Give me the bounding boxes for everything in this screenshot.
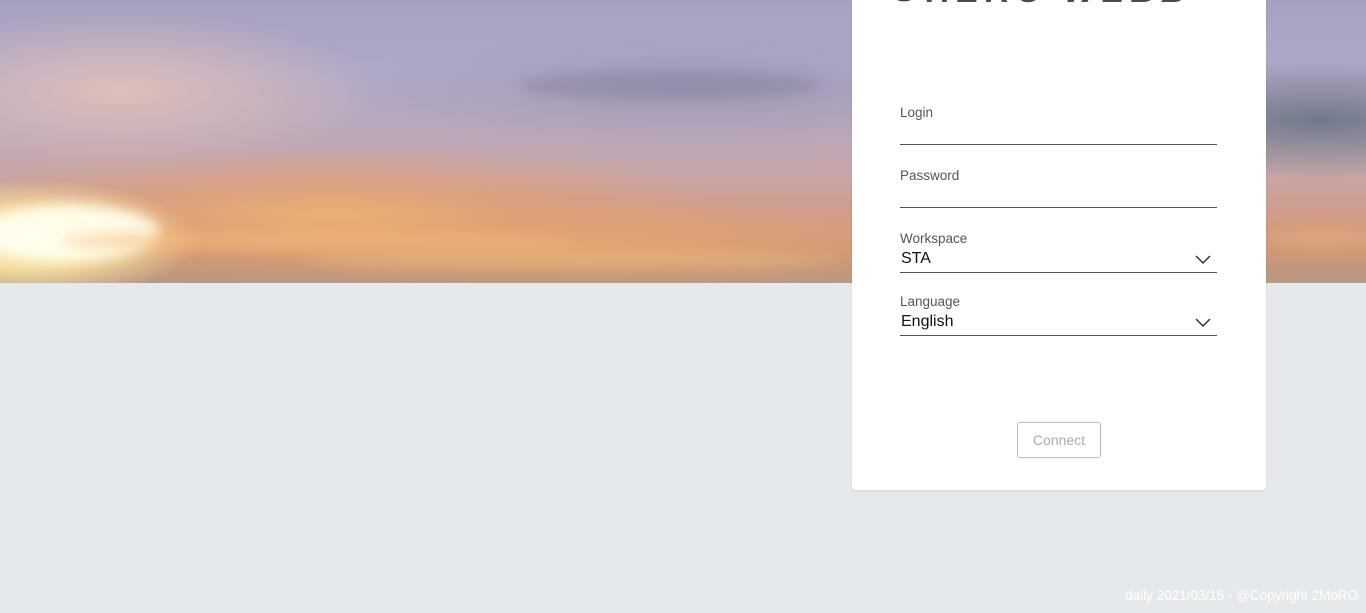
connect-button[interactable]: Connect xyxy=(1017,422,1101,458)
workspace-field: Workspace STA xyxy=(900,231,1217,273)
password-input[interactable] xyxy=(900,186,1217,208)
language-label: Language xyxy=(900,294,961,309)
logo-mark-icon xyxy=(896,0,912,2)
app-logo: HERO WEBB xyxy=(884,0,1244,8)
password-field: Password xyxy=(900,168,1217,208)
language-field: Language English xyxy=(900,294,1217,336)
language-value: English xyxy=(901,313,954,330)
footer-version-copyright: daily 2021/03/15 - @Copyright 2MoRO xyxy=(1125,588,1358,603)
workspace-select[interactable]: STA xyxy=(900,249,1217,273)
workspace-label: Workspace xyxy=(900,231,968,246)
password-label: Password xyxy=(900,168,960,183)
workspace-value: STA xyxy=(901,250,931,267)
language-select[interactable]: English xyxy=(900,312,1217,336)
logo-text: HERO WEBB xyxy=(926,0,1192,8)
login-field: Login xyxy=(900,105,1217,145)
login-input[interactable] xyxy=(900,123,1217,145)
login-card: HERO WEBB Login Password Workspace STA L… xyxy=(852,0,1266,490)
chevron-down-icon[interactable] xyxy=(1195,316,1211,328)
login-label: Login xyxy=(900,105,934,120)
chevron-down-icon[interactable] xyxy=(1195,253,1211,265)
